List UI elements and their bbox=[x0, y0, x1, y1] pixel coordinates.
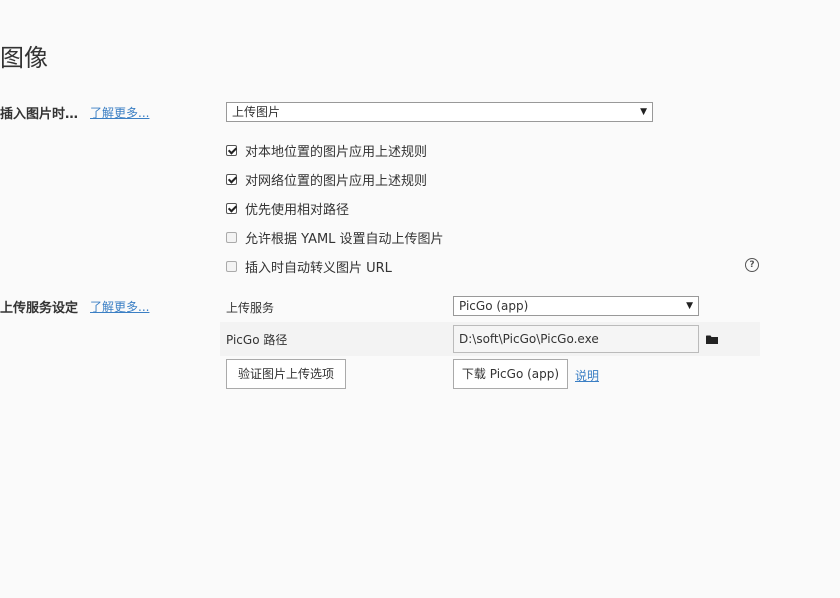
chevron-down-icon: ▼ bbox=[686, 301, 693, 311]
question-circle-icon[interactable]: ? bbox=[745, 258, 759, 272]
option-escape-url-label: 插入时自动转义图片 URL bbox=[245, 260, 392, 276]
picgo-path-label: PicGo 路径 bbox=[226, 333, 288, 347]
checkbox-escape-url[interactable] bbox=[226, 260, 237, 272]
page-title: 图像 bbox=[0, 44, 48, 72]
chevron-down-icon: ▼ bbox=[640, 107, 647, 117]
insert-image-action-select[interactable]: 上传图片 ▼ bbox=[226, 102, 653, 122]
upload-service-learn-more-link[interactable]: 了解更多... bbox=[90, 298, 149, 315]
option-yaml-upload[interactable]: 允许根据 YAML 设置自动上传图片 bbox=[226, 228, 444, 247]
download-picgo-button[interactable]: 下载 PicGo (app) bbox=[453, 359, 568, 389]
option-escape-url[interactable]: 插入时自动转义图片 URL bbox=[226, 257, 392, 276]
insert-image-action-value: 上传图片 bbox=[232, 105, 281, 119]
option-relative-path[interactable]: 优先使用相对路径 bbox=[226, 199, 350, 218]
checkbox-network-images[interactable] bbox=[226, 173, 237, 185]
option-relative-path-label: 优先使用相对路径 bbox=[245, 202, 350, 218]
option-local-images-label: 对本地位置的图片应用上述规则 bbox=[245, 144, 428, 160]
insert-image-learn-more-link[interactable]: 了解更多... bbox=[90, 104, 149, 121]
option-network-images-label: 对网络位置的图片应用上述规则 bbox=[245, 173, 428, 189]
option-network-images[interactable]: 对网络位置的图片应用上述规则 bbox=[226, 170, 428, 189]
option-local-images[interactable]: 对本地位置的图片应用上述规则 bbox=[226, 141, 428, 160]
explain-link[interactable]: 说明 bbox=[575, 367, 599, 384]
upload-service-field-label: 上传服务 bbox=[226, 301, 275, 315]
option-yaml-upload-label: 允许根据 YAML 设置自动上传图片 bbox=[245, 231, 444, 247]
folder-icon[interactable] bbox=[706, 335, 718, 344]
picgo-path-input[interactable]: D:\soft\PicGo\PicGo.exe bbox=[453, 325, 699, 353]
checkbox-yaml-upload[interactable] bbox=[226, 231, 237, 243]
upload-service-select[interactable]: PicGo (app) ▼ bbox=[453, 296, 699, 316]
checkbox-local-images[interactable] bbox=[226, 144, 237, 156]
checkbox-relative-path[interactable] bbox=[226, 202, 237, 214]
verify-upload-button[interactable]: 验证图片上传选项 bbox=[226, 359, 346, 389]
upload-service-value: PicGo (app) bbox=[459, 299, 529, 313]
image-settings-page: 图像 插入图片时… 了解更多... 上传图片 ▼ 对本地位置的图片应用上述规则 … bbox=[0, 0, 840, 598]
insert-image-label: 插入图片时… bbox=[0, 107, 79, 122]
upload-service-label: 上传服务设定 bbox=[0, 301, 79, 316]
